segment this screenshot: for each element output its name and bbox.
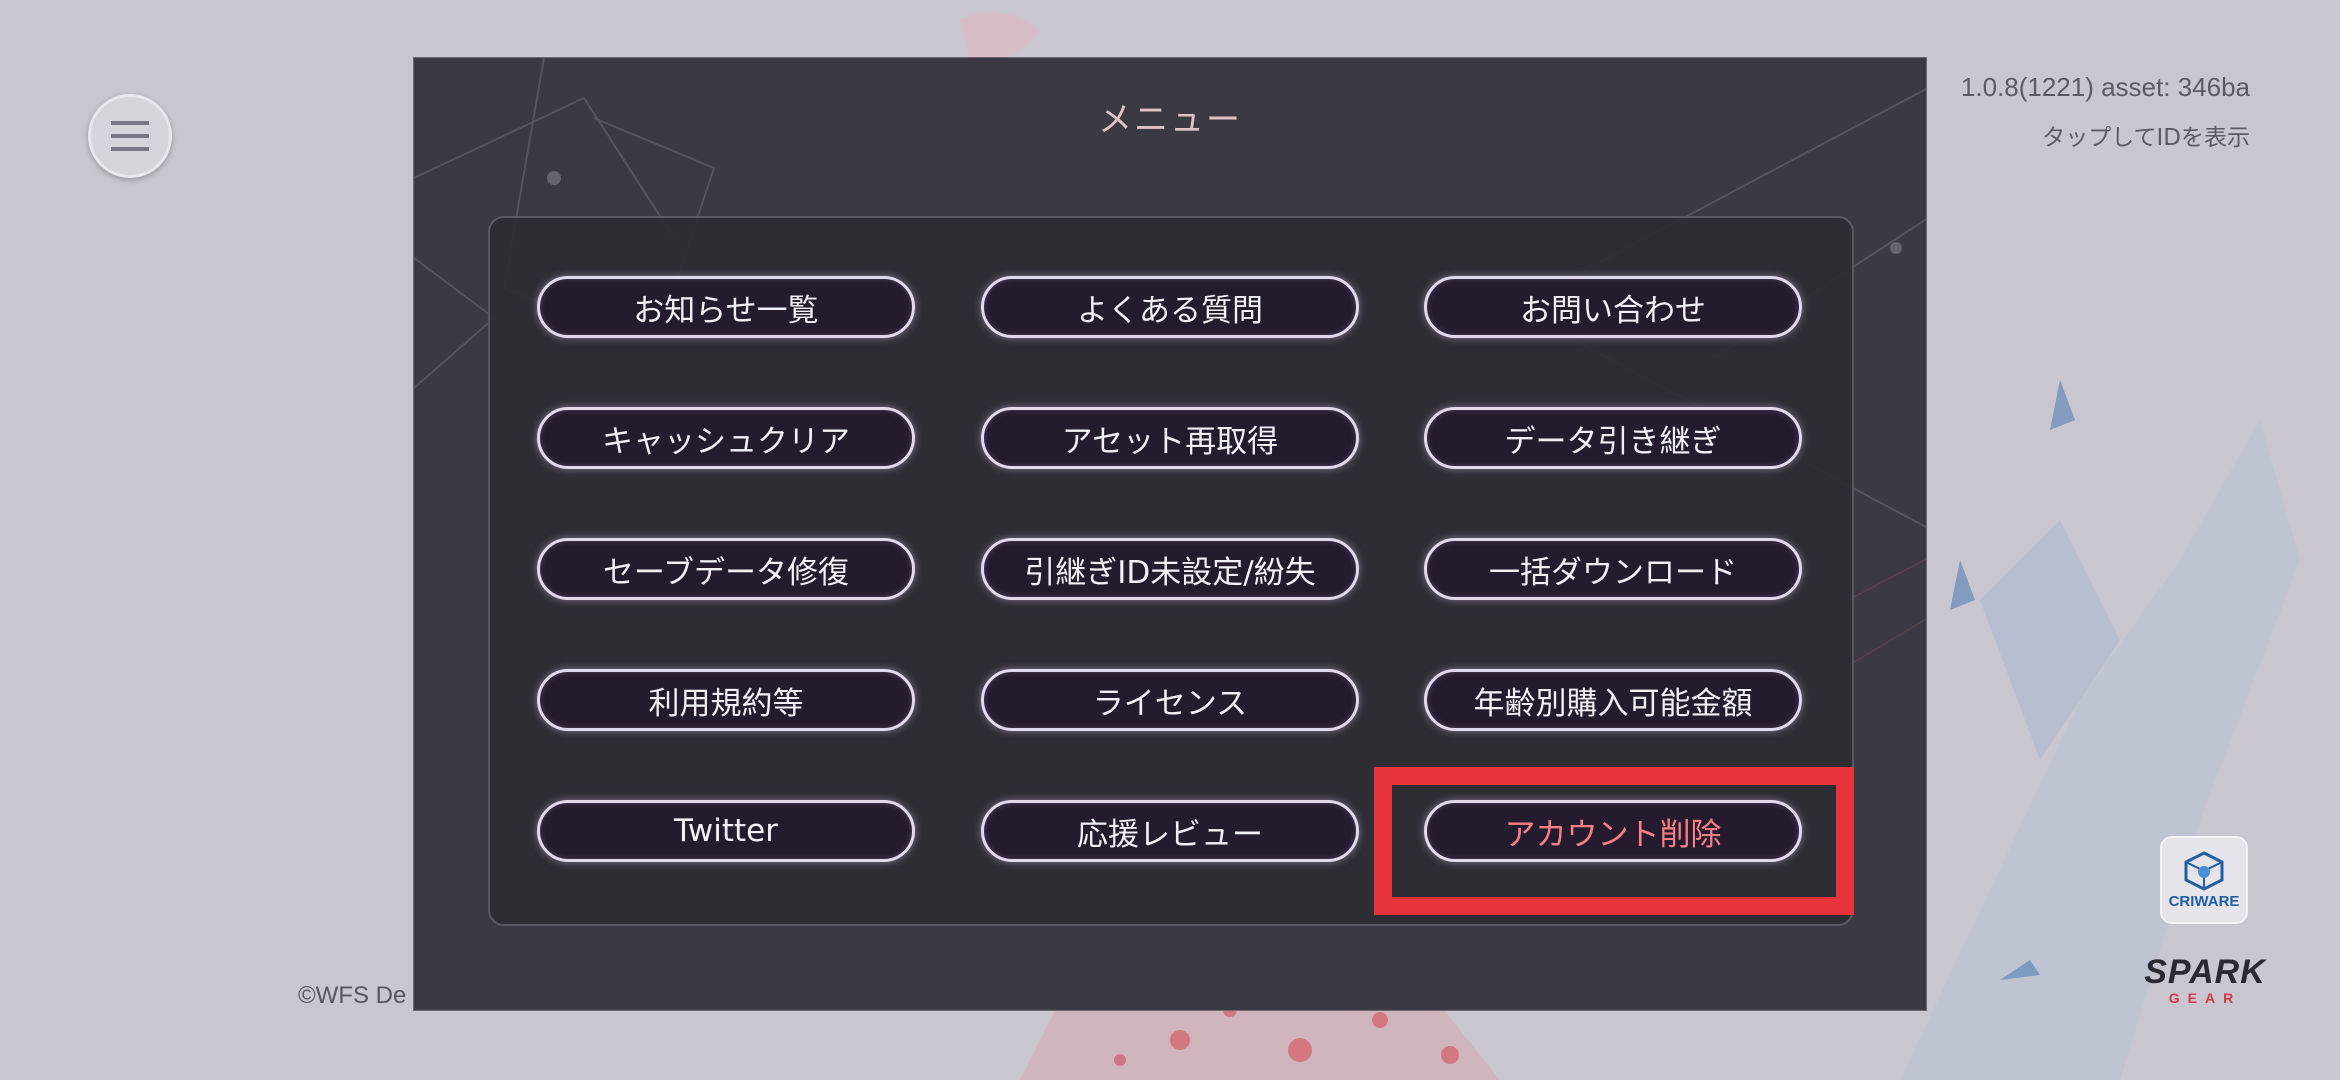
- copyright-text: ©WFS De: [298, 982, 407, 1009]
- menu-panel: お知らせ一覧 よくある質問 お問い合わせ キャッシュクリア アセット再取得 デー…: [488, 216, 1854, 926]
- review-button[interactable]: 応援レビュー: [981, 800, 1359, 862]
- spark-gear-logo: SPARK GEAR: [2138, 955, 2272, 1009]
- menu-title: メニュー: [1098, 100, 1242, 140]
- bulk-download-button[interactable]: 一括ダウンロード: [1424, 538, 1802, 600]
- version-info[interactable]: 1.0.8(1221) asset: 346ba: [1961, 72, 2250, 103]
- age-purchase-limit-button[interactable]: 年齢別購入可能金額: [1424, 669, 1802, 731]
- faq-button[interactable]: よくある質問: [981, 276, 1359, 338]
- hamburger-menu-button[interactable]: [88, 94, 172, 178]
- criware-logo: CRIWARE: [2160, 836, 2248, 924]
- news-list-button[interactable]: お知らせ一覧: [537, 276, 915, 338]
- delete-account-button[interactable]: アカウント削除: [1424, 800, 1802, 862]
- terms-button[interactable]: 利用規約等: [537, 669, 915, 731]
- cube-icon: [2184, 850, 2224, 891]
- gear-logo-text: GEAR: [2168, 990, 2242, 1006]
- hamburger-menu-icon: [111, 121, 149, 151]
- cache-clear-button[interactable]: キャッシュクリア: [537, 407, 915, 469]
- criware-label: CRIWARE: [2168, 892, 2240, 910]
- spark-logo-text: SPARK: [2144, 953, 2266, 991]
- tap-to-show-id[interactable]: タップしてIDを表示: [2042, 118, 2250, 152]
- save-data-repair-button[interactable]: セーブデータ修復: [537, 538, 915, 600]
- transfer-id-lost-button[interactable]: 引継ぎID未設定/紛失: [981, 538, 1359, 600]
- data-transfer-button[interactable]: データ引き継ぎ: [1424, 407, 1802, 469]
- license-button[interactable]: ライセンス: [981, 669, 1359, 731]
- contact-button[interactable]: お問い合わせ: [1424, 276, 1802, 338]
- menu-modal: メニュー お知らせ一覧 よくある質問 お問い合わせ キャッシュクリア アセット再…: [413, 57, 1927, 1011]
- twitter-button[interactable]: Twitter: [537, 800, 915, 862]
- asset-redownload-button[interactable]: アセット再取得: [981, 407, 1359, 469]
